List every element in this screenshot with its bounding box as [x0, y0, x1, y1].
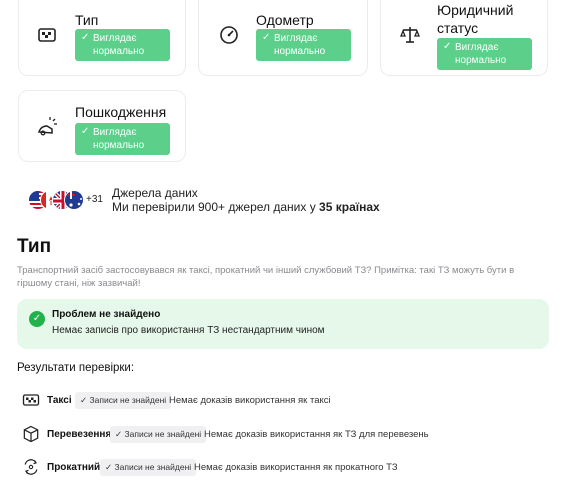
status-badge: ✓ Виглядає нормально: [75, 29, 170, 61]
result-row-transport: Перевезення ✓ Записи не знайдені Немає д…: [17, 425, 549, 449]
result-status-text: Записи не знайдені: [114, 462, 192, 472]
no-problems-box: ✓ Проблем не знайдено Немає записів про …: [17, 299, 549, 349]
taxi-icon: [22, 394, 40, 406]
card-title: Одометр: [256, 12, 314, 28]
result-status-pill: ✓ Записи не знайдені: [110, 426, 207, 443]
result-row-rental: Прокатний ✓ Записи не знайдені Немає док…: [17, 458, 549, 480]
taxi-icon: [38, 28, 56, 42]
ok-subtitle: Немає записів про використання ТЗ нестан…: [52, 325, 325, 336]
flag-au-icon: [64, 190, 84, 210]
result-status-text: Записи не знайдені: [89, 395, 167, 405]
result-name: Перевезення: [47, 429, 112, 440]
scales-icon: [400, 27, 420, 43]
card-title: Тип: [75, 12, 99, 28]
rental-icon: [24, 459, 38, 475]
result-status-text: Записи не знайдені: [124, 429, 202, 439]
ok-title: Проблем не знайдено: [52, 309, 161, 320]
status-badge: ✓ Виглядає нормально: [256, 29, 351, 61]
result-status-pill: ✓ Записи не знайдені: [100, 459, 197, 476]
check-icon: ✓: [443, 41, 452, 52]
sources-title: Джерела даних: [112, 186, 198, 200]
result-row-taxi: Таксі ✓ Записи не знайдені Немає доказів…: [17, 391, 549, 415]
status-text: Виглядає нормально: [455, 42, 507, 66]
check-icon: ✓: [81, 32, 90, 43]
section-title: Тип: [17, 236, 52, 257]
result-note: Немає доказів використання як таксі: [169, 395, 331, 406]
card-odometer[interactable]: Одометр ✓ Виглядає нормально: [198, 0, 368, 76]
status-badge: ✓ Виглядає нормально: [437, 38, 532, 70]
card-legal-status[interactable]: Юридичний статус ✓ Виглядає нормально: [380, 0, 548, 76]
box-icon: [23, 425, 39, 443]
result-note: Немає доказів використання як ТЗ для пер…: [204, 429, 429, 440]
status-text: Виглядає нормально: [93, 33, 145, 57]
more-countries-count: +31: [86, 194, 103, 205]
sources-subtitle: Ми перевірили 900+ джерел даних у 35 кра…: [112, 200, 380, 214]
odometer-icon: [220, 26, 238, 44]
result-status-pill: ✓ Записи не знайдені: [75, 392, 172, 409]
crash-icon: [37, 117, 57, 136]
result-name: Таксі: [47, 395, 72, 406]
status-text: Виглядає нормально: [274, 33, 326, 57]
result-name: Прокатний: [47, 462, 101, 473]
check-icon: ✓: [262, 32, 271, 43]
sources-count: 35 країнах: [319, 200, 380, 214]
status-text: Виглядає нормально: [93, 127, 145, 151]
check-icon: ✓: [81, 126, 90, 137]
card-type[interactable]: Тип ✓ Виглядає нормально: [18, 0, 186, 76]
status-badge: ✓ Виглядає нормально: [75, 123, 170, 155]
results-title: Результати перевірки:: [17, 362, 135, 374]
section-description: Транспортний засіб застосовувався як так…: [17, 265, 515, 289]
card-damage[interactable]: Пошкодження ✓ Виглядає нормально: [18, 90, 186, 162]
check-circle-icon: ✓: [29, 311, 45, 327]
card-title: Юридичний статус: [437, 2, 514, 36]
sources-subtitle-text: Ми перевірили 900+ джерел даних у: [112, 200, 320, 214]
card-title: Пошкодження: [75, 104, 167, 120]
result-note: Немає доказів використання як прокатного…: [194, 462, 398, 473]
